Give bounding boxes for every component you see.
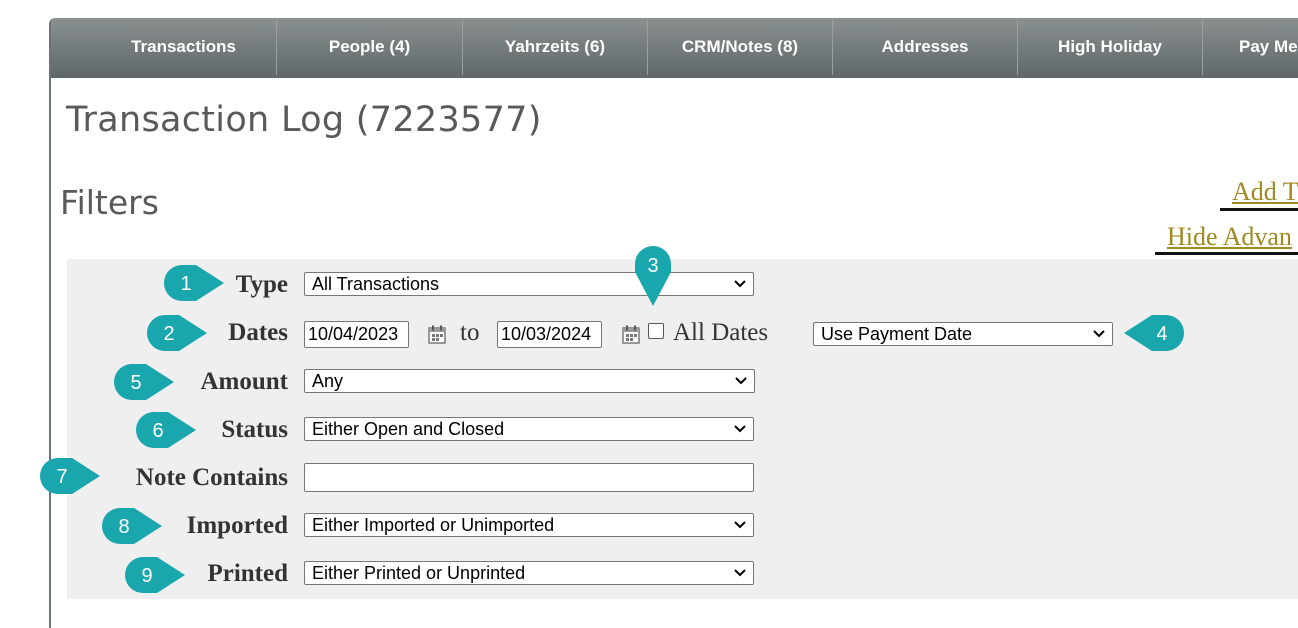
callout-marker-7: 7: [40, 458, 100, 494]
hide-advanced-link[interactable]: Hide Advan: [1167, 222, 1292, 252]
all-dates-label: All Dates: [673, 319, 769, 346]
amount-select[interactable]: Any: [304, 369, 755, 393]
tab-label: People (4): [328, 36, 411, 56]
tab-high-holiday[interactable]: High Holiday: [1018, 18, 1203, 75]
date-basis-value: Use Payment Date: [821, 323, 973, 344]
tab-label: Yahrzeits (6): [504, 36, 606, 56]
start-date-value: 10/04/2023: [308, 324, 399, 344]
imported-select[interactable]: Either Imported or Unimported: [304, 513, 754, 537]
tab-bar: Transactions People (4) Yahrzeits (6) CR…: [51, 18, 1298, 78]
tab-label: Pay Me: [1239, 36, 1298, 56]
status-select-value: Either Open and Closed: [312, 418, 505, 439]
end-date-input[interactable]: 10/03/2024: [497, 321, 602, 348]
callout-marker-3: 3: [635, 246, 671, 306]
callout-marker-8: 8: [102, 508, 162, 544]
callout-marker-1: 1: [164, 265, 224, 301]
callout-number: 4: [1156, 323, 1167, 345]
callout-number: 2: [163, 323, 174, 345]
printed-select-value: Either Printed or Unprinted: [312, 562, 526, 583]
calendar-icon[interactable]: [622, 325, 640, 344]
callout-marker-5: 5: [114, 364, 174, 400]
link-underline-rule: [1155, 252, 1298, 255]
tab-transactions[interactable]: Transactions: [91, 18, 277, 75]
type-select-value: All Transactions: [312, 273, 440, 294]
tab-label: CRM/Notes (8): [681, 36, 799, 56]
callout-marker-4: 4: [1124, 315, 1184, 351]
status-select[interactable]: Either Open and Closed: [304, 417, 754, 441]
tab-pay-me[interactable]: Pay Me: [1203, 18, 1298, 75]
chevron-down-icon: [734, 425, 746, 433]
chevron-down-icon: [734, 521, 746, 529]
chevron-down-icon: [1093, 330, 1105, 338]
calendar-icon[interactable]: [428, 325, 446, 344]
imported-select-value: Either Imported or Unimported: [312, 514, 555, 535]
end-date-value: 10/03/2024: [501, 324, 592, 344]
callout-number: 9: [141, 565, 152, 587]
type-select[interactable]: All Transactions: [304, 272, 754, 296]
callout-number: 8: [118, 516, 129, 538]
all-dates-checkbox[interactable]: [648, 323, 664, 339]
tab-people[interactable]: People (4): [277, 18, 463, 75]
page-title: Transaction Log (7223577): [66, 100, 542, 140]
chevron-down-icon: [735, 377, 747, 385]
tab-label: Transactions: [131, 36, 236, 56]
chevron-down-icon: [734, 569, 746, 577]
callout-marker-6: 6: [136, 412, 196, 448]
filters-heading: Filters: [60, 183, 159, 222]
to-text: to: [460, 319, 480, 346]
callout-marker-2: 2: [147, 315, 207, 351]
callout-number: 3: [647, 255, 658, 277]
chevron-down-icon: [734, 280, 746, 288]
callout-number: 1: [180, 273, 191, 295]
tab-yahrzeits[interactable]: Yahrzeits (6): [463, 18, 648, 75]
tab-crm-notes[interactable]: CRM/Notes (8): [648, 18, 833, 75]
callout-number: 7: [56, 466, 67, 488]
callout-number: 5: [130, 372, 141, 394]
amount-select-value: Any: [312, 370, 344, 391]
start-date-input[interactable]: 10/04/2023: [304, 321, 409, 348]
note-contains-input[interactable]: [304, 463, 754, 492]
callout-marker-9: 9: [125, 557, 185, 593]
callout-number: 6: [152, 420, 163, 442]
tab-addresses[interactable]: Addresses: [833, 18, 1018, 75]
printed-select[interactable]: Either Printed or Unprinted: [304, 561, 754, 585]
link-underline-rule: [1220, 208, 1298, 211]
tab-label: Addresses: [881, 36, 969, 56]
tab-label: High Holiday: [1058, 36, 1162, 56]
date-basis-select[interactable]: Use Payment Date: [813, 322, 1113, 346]
add-transaction-link[interactable]: Add T: [1232, 177, 1298, 207]
